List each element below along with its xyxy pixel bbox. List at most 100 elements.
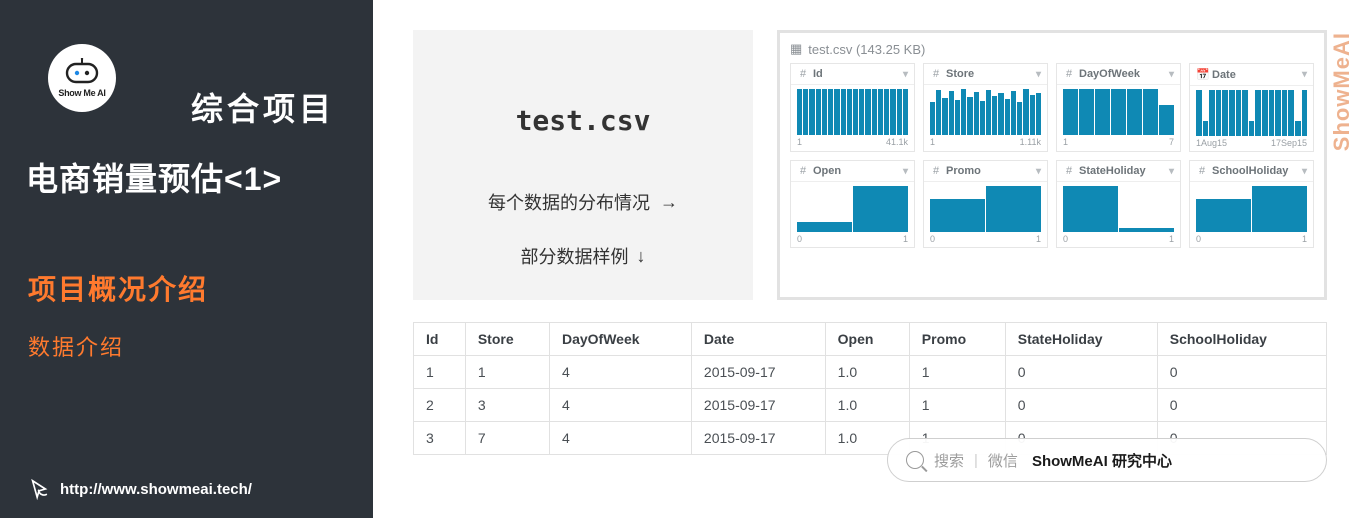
column-chart-schoolholiday[interactable]: #SchoolHoliday▾01: [1189, 160, 1314, 248]
histogram-bar: [816, 89, 821, 135]
histogram-bar: [1295, 121, 1301, 136]
histogram-bar: [967, 97, 972, 135]
csv-filename: test.csv: [516, 104, 651, 137]
histogram-bar: [853, 186, 908, 232]
col-header-date[interactable]: Date: [691, 323, 825, 356]
histogram-bar: [878, 89, 883, 135]
chart-grid: #Id▾141.1k#Store▾11.11k#DayOfWeek▾17📅Dat…: [790, 63, 1314, 248]
table-cell: 2015-09-17: [691, 356, 825, 389]
histogram-bar: [847, 89, 852, 135]
histogram-bar: [1269, 90, 1275, 136]
histogram-bar: [1222, 90, 1228, 136]
filter-icon[interactable]: ▾: [1036, 166, 1041, 177]
column-name: Store: [946, 68, 1036, 80]
table-cell: 0: [1005, 389, 1157, 422]
preview-file-label: test.csv (143.25 KB): [808, 42, 925, 57]
filter-icon[interactable]: ▾: [1169, 166, 1174, 177]
column-chart-dayofweek[interactable]: #DayOfWeek▾17: [1056, 63, 1181, 152]
column-name: Date: [1212, 69, 1302, 81]
watermark: ShowMeAI: [1329, 32, 1355, 151]
filter-icon[interactable]: ▾: [1169, 69, 1174, 80]
histogram-bar: [986, 90, 991, 135]
table-cell: 1.0: [825, 356, 909, 389]
histogram-bar: [1023, 89, 1028, 135]
table-cell: 3: [465, 389, 549, 422]
histogram-bar: [803, 89, 808, 135]
table-cell: 7: [465, 422, 549, 455]
table-cell: 4: [549, 356, 691, 389]
col-header-store[interactable]: Store: [465, 323, 549, 356]
col-header-stateholiday[interactable]: StateHoliday: [1005, 323, 1157, 356]
column-name: SchoolHoliday: [1212, 165, 1302, 177]
histogram-bar: [822, 89, 827, 135]
table-cell: 1: [414, 356, 466, 389]
histogram-bar: [1036, 93, 1041, 135]
histogram-bar: [1203, 121, 1209, 136]
histogram-bar: [1127, 89, 1142, 135]
type-icon: #: [930, 68, 942, 80]
section-heading: 项目概况介绍: [28, 268, 345, 308]
csv-info-card: test.csv 每个数据的分布情况 → 部分数据样例 ↓: [413, 30, 753, 300]
logo-text: Show Me AI: [58, 88, 105, 98]
column-chart-promo[interactable]: #Promo▾01: [923, 160, 1048, 248]
col-header-promo[interactable]: Promo: [909, 323, 1005, 356]
col-header-schoolholiday[interactable]: SchoolHoliday: [1157, 323, 1326, 356]
col-header-id[interactable]: Id: [414, 323, 466, 356]
histogram-bar: [872, 89, 877, 135]
column-name: DayOfWeek: [1079, 68, 1169, 80]
table-cell: 2015-09-17: [691, 389, 825, 422]
table-cell: 2: [414, 389, 466, 422]
table-header-row: IdStoreDayOfWeekDateOpenPromoStateHolida…: [414, 323, 1327, 356]
table-cell: 0: [1157, 389, 1326, 422]
filter-icon[interactable]: ▾: [1036, 69, 1041, 80]
histogram-bar: [930, 199, 985, 232]
histogram-bar: [1302, 90, 1308, 136]
column-chart-date[interactable]: 📅Date▾1Aug1517Sep15: [1189, 63, 1314, 152]
column-chart-open[interactable]: #Open▾01: [790, 160, 915, 248]
histogram-bar: [890, 89, 895, 135]
table-cell: 0: [1005, 356, 1157, 389]
histogram-bar: [1252, 186, 1307, 232]
logo: Show Me AI: [48, 44, 116, 112]
footer-url: http://www.showmeai.tech/: [60, 481, 252, 498]
column-name: Promo: [946, 165, 1036, 177]
distribution-label: 每个数据的分布情况 →: [488, 189, 678, 215]
table-cell: 4: [549, 389, 691, 422]
filter-icon[interactable]: ▾: [903, 166, 908, 177]
table-cell: 1: [909, 356, 1005, 389]
histogram-bar: [1143, 89, 1158, 135]
column-chart-id[interactable]: #Id▾141.1k: [790, 63, 915, 152]
histogram-bar: [884, 89, 889, 135]
slide-title: 电商销量预估<1>: [26, 154, 345, 200]
filter-icon[interactable]: ▾: [903, 69, 908, 80]
filter-icon[interactable]: ▾: [1302, 166, 1307, 177]
type-icon: #: [930, 165, 942, 177]
column-chart-store[interactable]: #Store▾11.11k: [923, 63, 1048, 152]
histogram-bar: [955, 100, 960, 135]
col-header-open[interactable]: Open: [825, 323, 909, 356]
histogram-bar: [1011, 91, 1016, 135]
table-cell: 1.0: [825, 389, 909, 422]
histogram-bar: [1242, 90, 1248, 136]
histogram-bar: [1275, 90, 1281, 136]
arrow-right-icon: →: [660, 192, 678, 213]
column-chart-stateholiday[interactable]: #StateHoliday▾01: [1056, 160, 1181, 248]
histogram-bar: [949, 91, 954, 135]
col-header-dayofweek[interactable]: DayOfWeek: [549, 323, 691, 356]
histogram-bar: [897, 89, 902, 135]
histogram-bar: [841, 89, 846, 135]
histogram-bar: [1288, 90, 1294, 136]
filter-icon[interactable]: ▾: [1302, 69, 1307, 80]
preview-header: ▦ test.csv (143.25 KB): [790, 41, 1314, 57]
histogram-bar: [797, 89, 802, 135]
type-icon: #: [797, 165, 809, 177]
histogram-bar: [859, 89, 864, 135]
histogram-bar: [1095, 89, 1110, 135]
histogram-bar: [1063, 186, 1118, 232]
column-name: Open: [813, 165, 903, 177]
type-icon: #: [1196, 165, 1208, 177]
type-icon: #: [1063, 165, 1075, 177]
histogram-bar: [1159, 105, 1174, 135]
robot-icon: [62, 58, 102, 86]
histogram-bar: [1079, 89, 1094, 135]
